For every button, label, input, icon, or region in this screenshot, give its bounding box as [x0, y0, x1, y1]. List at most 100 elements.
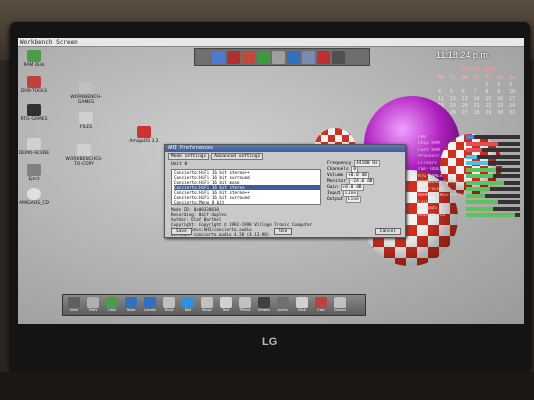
dock-label: Viewer [258, 308, 270, 312]
dock-label: PPaint [239, 308, 251, 312]
calendar-day: 30 [497, 110, 504, 116]
calendar-day [462, 82, 473, 88]
desktop-icon[interactable]: WORKBENCHES-TO-COPY [62, 144, 106, 167]
calendar-day: 19 [449, 103, 456, 109]
monitor-bar-fill [466, 135, 475, 140]
dock-item[interactable]: Prefs [85, 297, 101, 313]
monitor-bar-fill [466, 193, 485, 198]
mode-list[interactable]: Concierto:HiFi 16 bit stereo++ Concierto:… [171, 169, 321, 205]
dock-icon [296, 297, 308, 308]
monitor-label: ram-TOOLS [418, 167, 443, 173]
option-label: Output [327, 197, 346, 202]
dock-item[interactable]: Games [332, 297, 348, 313]
dock-icon [334, 297, 346, 308]
monitor-bar [466, 200, 520, 205]
dock-icon [68, 297, 80, 308]
tab-mode-settings[interactable]: Mode settings [168, 153, 210, 160]
calendar-day: 8 [485, 89, 489, 95]
monitor-bar-fill [466, 174, 493, 179]
monitor-bar-fill [466, 167, 496, 172]
dock-item[interactable]: Tools [123, 297, 139, 313]
globe-icon[interactable] [212, 51, 225, 64]
desktop-icon[interactable]: AMIGAOS_CD [18, 188, 56, 206]
window-title[interactable]: AHI Preferences [165, 145, 405, 152]
settings-icon[interactable] [272, 51, 285, 64]
monitor-bar [466, 167, 520, 172]
calendar-weekday: Th [473, 75, 480, 81]
dock-item[interactable]: Net [180, 297, 196, 313]
dock-item[interactable]: Utils [104, 297, 120, 313]
dock-item[interactable]: Paint [161, 297, 177, 313]
dock-item[interactable]: Calc [313, 297, 329, 313]
shell-icon[interactable] [197, 51, 210, 64]
dock-icon [239, 297, 251, 308]
monitor-label: Cr/ears [418, 160, 437, 166]
dock-item[interactable]: Locale [142, 297, 158, 313]
system-monitor: CPU Chip RAM Fast RAM Processr Cr/ears ram-TO… [418, 134, 520, 218]
monitor-bar [466, 161, 520, 166]
calendar-day: 24 [509, 103, 516, 109]
monitor-label: Processr [418, 154, 440, 160]
dock-icon [220, 297, 232, 308]
desktop-icon[interactable]: RTG-GAMES [18, 104, 56, 122]
ram-disk-icon [27, 50, 41, 62]
option-row[interactable]: Output Line [327, 196, 401, 203]
calendar-day: 5 [449, 89, 453, 95]
desktop-icon[interactable]: DH0-TOOLS [18, 76, 56, 94]
desktop-icon[interactable]: WORKBENCH-GAMES [64, 82, 108, 105]
music-icon[interactable] [317, 51, 330, 64]
desktop-icon[interactable]: RAM Disk [18, 50, 56, 68]
monitor-label: Chip RAM [418, 141, 440, 147]
monitor-label: WORKBENCH-GAMES [418, 180, 459, 186]
desktop-icon[interactable]: Eject [18, 164, 56, 182]
monitor-bar [466, 180, 520, 185]
calendar-day: 3 [509, 82, 513, 88]
calendar-day [450, 82, 461, 88]
network-icon[interactable] [287, 51, 300, 64]
dock-item[interactable]: Viewer [256, 297, 272, 313]
dock-icon [125, 297, 137, 308]
calendar-day: 20 [461, 103, 468, 109]
dock-item[interactable]: Archiv [275, 297, 291, 313]
calendar-day: 13 [461, 96, 468, 102]
save-button[interactable]: Save [171, 228, 192, 235]
monitor-bar-fill [466, 187, 491, 192]
tools-icon[interactable] [242, 51, 255, 64]
monitor-logo: LG [262, 336, 278, 348]
desktop-icon[interactable]: DEMO-SCENE [18, 138, 56, 156]
cube-icon[interactable] [257, 51, 270, 64]
calendar-weekday: Fr [485, 75, 492, 81]
use-button[interactable]: Use [274, 228, 293, 235]
desktop-icon[interactable]: FILES [64, 112, 108, 130]
dock-label: Utils [108, 308, 116, 312]
screen-title-bar[interactable]: Workbench Screen [18, 38, 524, 47]
tab-advanced-settings[interactable]: Advanced settings [211, 153, 264, 160]
calendar-weekday: Su [509, 75, 516, 81]
dock-item[interactable]: Text [218, 297, 234, 313]
unit-selector[interactable]: Unit 0 [171, 162, 187, 167]
option-value[interactable]: Line [345, 196, 361, 203]
clock-display: 11:18:24 p.m. [436, 50, 491, 60]
calendar-day: 4 [438, 89, 442, 95]
dock-icon [315, 297, 327, 308]
dock-item[interactable]: Disk [294, 297, 310, 313]
dock-item[interactable]: Shell [66, 297, 82, 313]
cancel-button[interactable]: Cancel [374, 228, 401, 235]
paint-icon[interactable] [227, 51, 240, 64]
calendar-day: 10 [509, 89, 516, 95]
dock-label: Disk [298, 308, 306, 312]
drive-icon [79, 82, 93, 94]
calendar-day: 22 [485, 103, 492, 109]
screens-icon[interactable] [302, 51, 315, 64]
monitor-bar [466, 213, 520, 218]
print-icon[interactable] [332, 51, 345, 64]
dock-item[interactable]: Music [199, 297, 215, 313]
calendar-day: 27 [461, 110, 468, 116]
monitor-label: Fast RAM [418, 147, 440, 153]
calendar-day: 16 [497, 96, 504, 102]
dock-item[interactable]: PPaint [237, 297, 253, 313]
desktop-icon[interactable]: AmigaOS 3.2 [122, 126, 166, 144]
amiga-disk-icon [137, 126, 151, 138]
monitor-bar-fill [466, 200, 499, 205]
monitor-bar-fill [466, 206, 493, 211]
